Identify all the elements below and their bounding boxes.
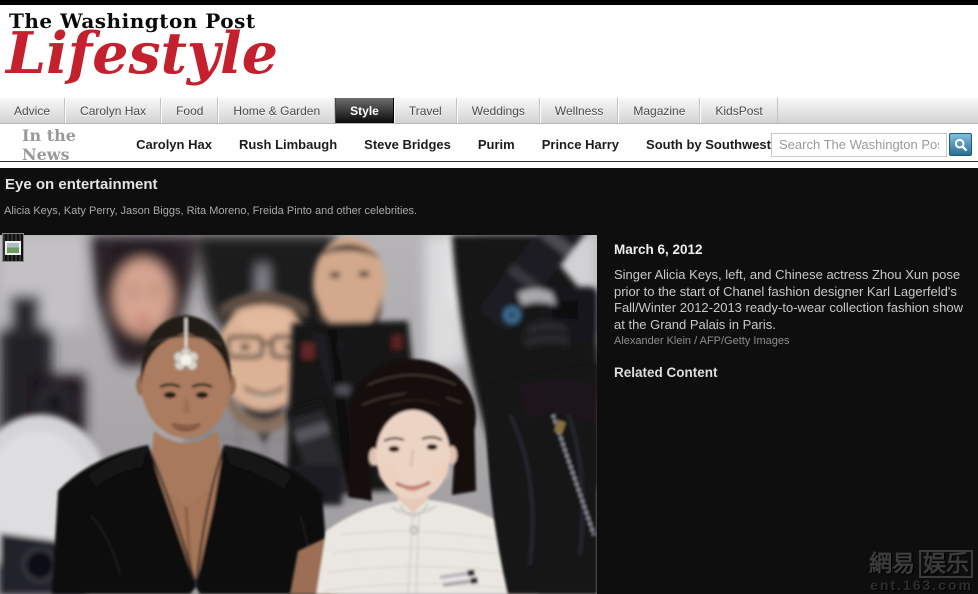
gallery-title: Eye on entertainment xyxy=(5,176,158,193)
news-link-rush-limbaugh[interactable]: Rush Limbaugh xyxy=(239,137,337,152)
news-link-steve-bridges[interactable]: Steve Bridges xyxy=(364,137,451,152)
tab-style[interactable]: Style xyxy=(335,98,394,123)
gallery-subtitle: Alicia Keys, Katy Perry, Jason Biggs, Ri… xyxy=(4,205,417,217)
tab-advice[interactable]: Advice xyxy=(0,98,65,123)
photo-caption-panel: March 6, 2012 Singer Alicia Keys, left, … xyxy=(614,242,970,380)
tab-travel[interactable]: Travel xyxy=(394,98,457,123)
tab-home-garden[interactable]: Home & Garden xyxy=(218,98,335,123)
photo-caption: Singer Alicia Keys, left, and Chinese ac… xyxy=(614,267,970,333)
news-link-south-by-southwest[interactable]: South by Southwest xyxy=(646,137,771,152)
related-content-heading: Related Content xyxy=(614,365,970,380)
magnifier-icon xyxy=(954,138,968,152)
watermark-site: 網易 xyxy=(869,551,915,577)
news-link-prince-harry[interactable]: Prince Harry xyxy=(542,137,619,152)
search-button[interactable] xyxy=(949,133,972,156)
gallery-content-area: Eye on entertainment Alicia Keys, Katy P… xyxy=(0,168,978,594)
tab-carolyn-hax[interactable]: Carolyn Hax xyxy=(65,98,161,123)
masthead: The Washington Post Lifestyle xyxy=(0,5,978,98)
gallery-slide-icon xyxy=(2,233,24,262)
search-area xyxy=(771,133,972,157)
photo-credit: Alexander Klein / AFP/Getty Images xyxy=(614,335,970,347)
tab-wellness[interactable]: Wellness xyxy=(540,98,618,123)
tab-food[interactable]: Food xyxy=(161,98,218,123)
in-the-news-bar: In the News Carolyn Hax Rush Limbaugh St… xyxy=(0,128,978,162)
gallery-photo[interactable] xyxy=(0,235,597,594)
tab-magazine[interactable]: Magazine xyxy=(618,98,700,123)
washington-post-lifestyle-page: The Washington Post Lifestyle Advice Car… xyxy=(0,0,978,594)
news-link-purim[interactable]: Purim xyxy=(478,137,515,152)
primary-nav: Advice Carolyn Hax Food Home & Garden St… xyxy=(0,98,978,124)
watermark-section: 娱乐 xyxy=(919,550,973,578)
news-link-carolyn-hax[interactable]: Carolyn Hax xyxy=(136,137,212,152)
tab-weddings[interactable]: Weddings xyxy=(457,98,540,123)
netease-watermark: 網易娱乐 ent.163.com xyxy=(869,550,973,593)
watermark-url: ent.163.com xyxy=(869,578,973,593)
tab-kidspost[interactable]: KidsPost xyxy=(700,98,777,123)
search-input[interactable] xyxy=(771,133,947,157)
lifestyle-section-title[interactable]: Lifestyle xyxy=(6,23,278,85)
photo-illustration xyxy=(0,235,597,594)
in-the-news-label: In the News xyxy=(22,126,109,164)
photo-date: March 6, 2012 xyxy=(614,242,970,257)
